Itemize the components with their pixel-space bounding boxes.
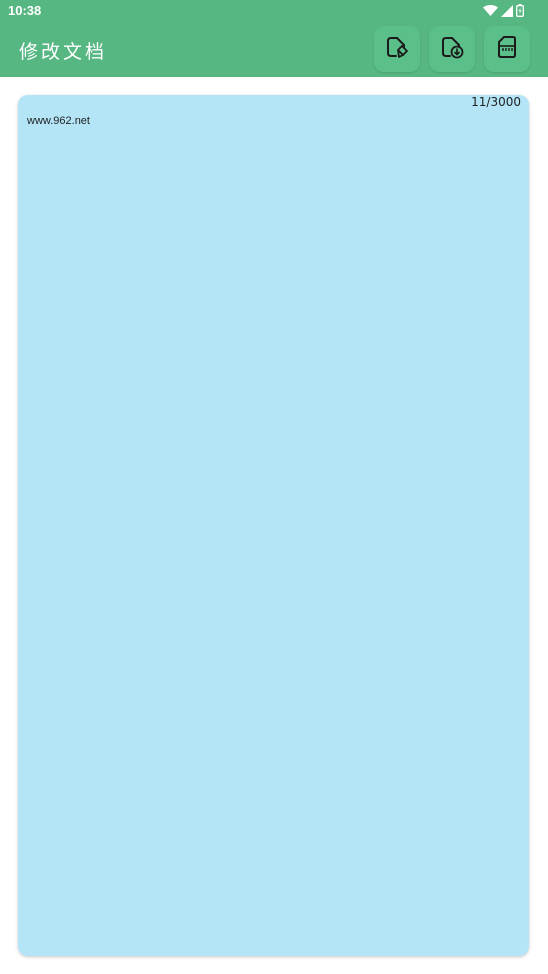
download-document-button[interactable] <box>429 26 475 72</box>
sd-card-button[interactable] <box>484 26 530 72</box>
document-text[interactable]: www.962.net <box>27 115 90 127</box>
char-count: 11/3000 <box>471 95 521 109</box>
save-document-icon <box>384 34 410 64</box>
status-time: 10:38 <box>8 3 42 18</box>
document-editor[interactable]: 11/3000 www.962.net <box>18 95 529 956</box>
cellular-signal-icon <box>501 4 513 17</box>
page-title: 修改文档 <box>19 41 108 63</box>
status-bar: 10:38 <box>0 0 548 22</box>
save-document-button[interactable] <box>374 26 420 72</box>
battery-icon <box>516 4 524 17</box>
status-icons <box>483 4 524 17</box>
app-header: 10:38 修改文档 <box>0 0 548 77</box>
sd-card-icon <box>494 34 520 64</box>
download-document-icon <box>439 34 465 64</box>
wifi-icon <box>483 4 498 17</box>
